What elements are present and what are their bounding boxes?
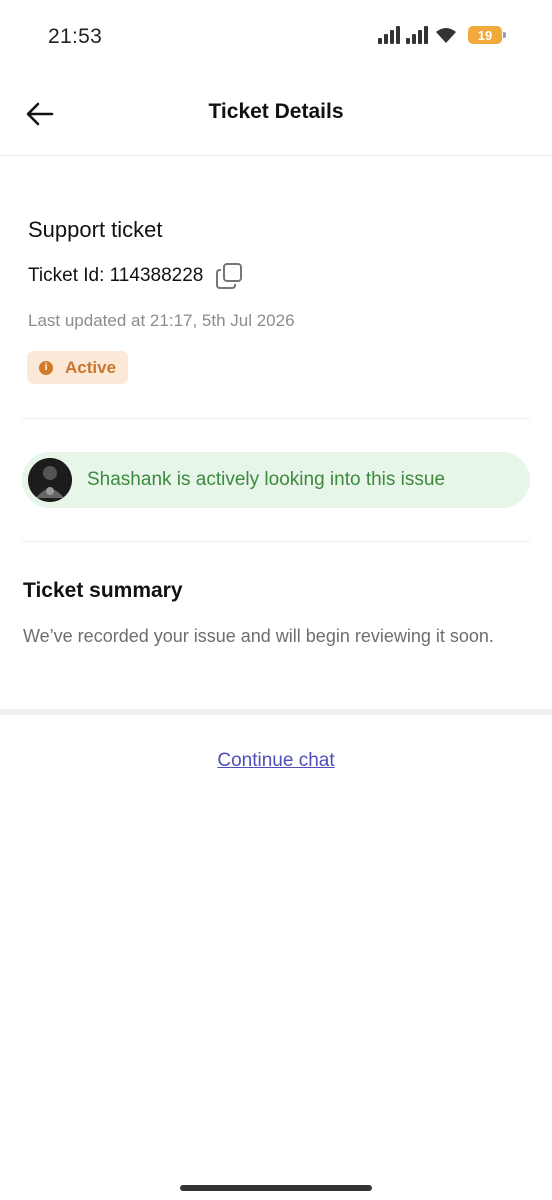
status-time: 21:53 <box>48 25 103 48</box>
continue-chat-container: Continue chat <box>0 750 552 772</box>
agent-status-text: Shashank is actively looking into this i… <box>87 469 446 490</box>
copy-icon <box>216 263 243 289</box>
battery-level: 19 <box>477 27 493 43</box>
status-badge-label: Active <box>65 357 117 377</box>
summary-title: Ticket summary <box>23 579 183 602</box>
continue-chat-link[interactable]: Continue chat <box>217 750 334 771</box>
ticket-type: Support ticket <box>28 217 163 242</box>
app-header: Ticket Details <box>0 72 552 156</box>
status-badge: i Active <box>27 351 129 384</box>
ticket-id: Ticket Id: 114388228 <box>28 265 204 286</box>
status-bar: 21:53 19 <box>0 0 552 72</box>
copy-ticket-id-button[interactable] <box>215 262 243 290</box>
info-icon: i <box>39 360 53 375</box>
battery-icon: 19 <box>468 26 506 44</box>
status-icons: 19 <box>378 26 506 44</box>
divider <box>22 541 530 542</box>
ticket-details-screen: 21:53 19 Ticket Details Support ticket T… <box>0 0 552 1200</box>
summary-text: We’ve recorded your issue and will begin… <box>23 626 494 646</box>
avatar <box>28 458 72 502</box>
ticket-id-row: Ticket Id: 114388228 <box>28 262 243 290</box>
page-title: Ticket Details <box>208 100 344 123</box>
signal-icon <box>378 26 400 44</box>
agent-banner: Shashank is actively looking into this i… <box>22 452 530 508</box>
divider <box>22 418 530 419</box>
home-indicator[interactable] <box>180 1185 372 1191</box>
section-divider <box>0 709 552 715</box>
wifi-icon <box>436 28 456 43</box>
signal-icon <box>406 26 428 44</box>
last-updated: Last updated at 21:17, 5th Jul 2026 <box>28 311 295 330</box>
